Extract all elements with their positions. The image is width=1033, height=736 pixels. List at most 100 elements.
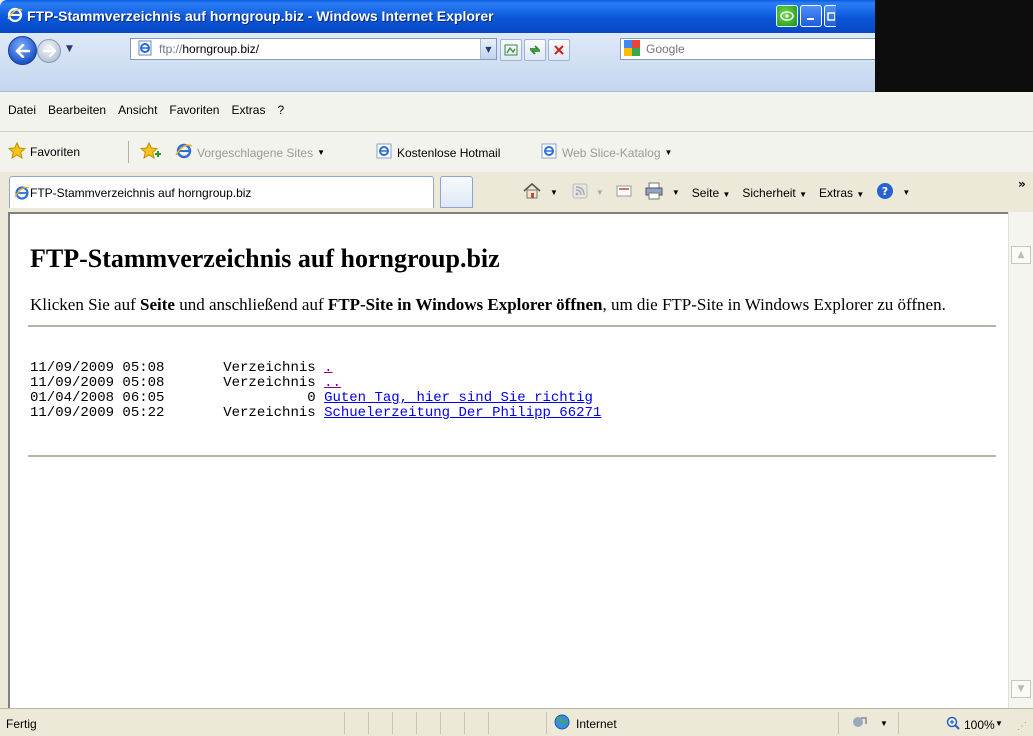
- nvidia-tray-icon[interactable]: [776, 5, 798, 27]
- ie-logo-icon: [7, 7, 23, 26]
- favorites-star-icon: [7, 141, 27, 162]
- scroll-up-icon[interactable]: ▲: [1011, 246, 1031, 264]
- globe-icon: [554, 714, 570, 733]
- status-divider: [416, 712, 417, 734]
- refresh-icon[interactable]: [524, 39, 546, 61]
- zoom-control[interactable]: 100%: [946, 716, 995, 733]
- print-icon[interactable]: [644, 182, 664, 203]
- navigation-bar: ▼ ftp://horngroup.biz/ ▼: [0, 33, 875, 92]
- favorites-separator: [128, 141, 129, 163]
- list-item: 01/04/2008 06:05 0 Guten Tag, hier sind …: [30, 390, 593, 406]
- chevron-down-icon[interactable]: ▼: [995, 719, 1003, 728]
- web-slice-link[interactable]: Web Slice-Katalog ▼: [540, 142, 672, 163]
- web-slice-label: Web Slice-Katalog: [562, 145, 661, 160]
- add-favorites-button[interactable]: [139, 141, 162, 163]
- status-divider: [488, 712, 489, 734]
- chevron-down-icon[interactable]: ▼: [550, 188, 558, 197]
- zoom-level: 100%: [964, 717, 995, 732]
- suggested-sites-label: Vorgeschlagene Sites: [197, 145, 314, 160]
- page-menu[interactable]: Seite ▼: [692, 186, 731, 200]
- resize-grip-icon[interactable]: ⋰: [1017, 721, 1027, 732]
- menu-ansicht[interactable]: Ansicht: [118, 103, 157, 117]
- ie-page-icon: [540, 142, 558, 163]
- help-icon[interactable]: ?: [876, 182, 894, 203]
- list-item: 11/09/2009 05:08 Verzeichnis ..: [30, 375, 341, 391]
- protected-mode-icon[interactable]: [852, 715, 868, 732]
- ftp-listing-page: FTP-Stammverzeichnis auf horngroup.biz K…: [28, 244, 1000, 457]
- menu-bearbeiten[interactable]: Bearbeiten: [48, 103, 106, 117]
- address-dropdown-icon[interactable]: ▼: [480, 39, 496, 59]
- vertical-scrollbar[interactable]: ▲ ▼: [1008, 212, 1033, 708]
- status-divider: [440, 712, 441, 734]
- menu-extras[interactable]: Extras: [231, 103, 265, 117]
- status-divider: [344, 712, 345, 734]
- chevron-down-icon[interactable]: ▼: [880, 719, 888, 728]
- history-dropdown-icon[interactable]: ▼: [66, 44, 73, 54]
- entry-link-file[interactable]: Guten Tag, hier sind Sie richtig: [324, 390, 593, 406]
- chevron-down-icon: ▼: [317, 148, 326, 157]
- ftp-listing: 11/09/2009 05:08 Verzeichnis . 11/09/2009…: [30, 361, 1000, 421]
- menu-bar: Datei Bearbeiten Ansicht Favoriten Extra…: [0, 92, 1033, 132]
- hotmail-label: Kostenlose Hotmail: [397, 145, 501, 160]
- tab-label: FTP-Stammverzeichnis auf horngroup.biz: [30, 185, 252, 200]
- status-divider: [838, 712, 839, 734]
- zoom-icon: [946, 716, 960, 733]
- chevron-down-icon[interactable]: ▼: [672, 188, 680, 197]
- title-bar: FTP-Stammverzeichnis auf horngroup.biz -…: [0, 0, 875, 33]
- scroll-down-icon[interactable]: ▼: [1011, 680, 1031, 698]
- list-item: 11/09/2009 05:22 Verzeichnis Schuelerzei…: [30, 405, 602, 421]
- stop-icon[interactable]: [548, 39, 570, 61]
- divider: [28, 325, 996, 327]
- compatibility-view-icon[interactable]: [500, 39, 522, 61]
- search-field[interactable]: [620, 38, 875, 60]
- toolbar-overflow-icon[interactable]: »: [1018, 177, 1026, 191]
- chevron-down-icon[interactable]: ▼: [902, 188, 910, 197]
- feeds-icon[interactable]: [572, 183, 588, 202]
- status-divider: [898, 712, 899, 734]
- page-heading: FTP-Stammverzeichnis auf horngroup.biz: [30, 244, 500, 273]
- entry-link-current[interactable]: .: [324, 360, 332, 376]
- address-field[interactable]: ftp://horngroup.biz/ ▼: [130, 38, 497, 60]
- security-menu[interactable]: Sicherheit ▼: [742, 186, 807, 200]
- entry-link-folder[interactable]: Schuelerzeitung_Der_Philipp_66271: [324, 405, 601, 421]
- hotmail-link[interactable]: Kostenlose Hotmail: [375, 142, 500, 163]
- menu-favoriten[interactable]: Favoriten: [169, 103, 219, 117]
- home-icon[interactable]: [522, 182, 542, 203]
- window-title: FTP-Stammverzeichnis auf horngroup.biz -…: [27, 8, 494, 24]
- minimize-button[interactable]: [800, 5, 822, 27]
- back-button[interactable]: [8, 36, 37, 65]
- maximize-button[interactable]: [824, 5, 836, 27]
- security-zone[interactable]: Internet: [554, 714, 617, 733]
- page-icon: [137, 40, 153, 59]
- new-tab-button[interactable]: [440, 176, 473, 208]
- favorites-bar: Favoriten Vorgeschlagene Sites ▼ Kostenl…: [0, 132, 1033, 172]
- tools-menu[interactable]: Extras ▼: [819, 186, 864, 200]
- command-bar: ▼ ▼ ▼ Seite ▼ Sicherheit ▼ Extras ▼ ? ▼: [522, 182, 910, 203]
- tab-ftp-root[interactable]: FTP-Stammverzeichnis auf horngroup.biz: [9, 176, 434, 208]
- address-url[interactable]: ftp://horngroup.biz/: [159, 42, 259, 56]
- mail-icon[interactable]: [616, 184, 632, 201]
- menu-datei[interactable]: Datei: [8, 103, 36, 117]
- zone-label: Internet: [576, 716, 617, 731]
- black-overlay: [875, 0, 1033, 92]
- suggested-sites-link[interactable]: Vorgeschlagene Sites ▼: [175, 142, 325, 163]
- status-divider: [546, 712, 547, 734]
- status-divider: [464, 712, 465, 734]
- ie-page-icon: [375, 142, 393, 163]
- favorites-button[interactable]: Favoriten: [7, 141, 81, 162]
- ie-page-icon: [175, 142, 193, 163]
- chevron-down-icon: ▼: [664, 148, 673, 157]
- google-icon: [624, 39, 640, 59]
- content-area: FTP-Stammverzeichnis auf horngroup.biz K…: [8, 212, 1008, 708]
- status-divider: [368, 712, 369, 734]
- favorites-label: Favoriten: [30, 145, 81, 159]
- forward-button[interactable]: [37, 39, 61, 63]
- menu-help[interactable]: ?: [277, 103, 284, 117]
- status-text: Fertig: [6, 717, 37, 731]
- list-item: 11/09/2009 05:08 Verzeichnis .: [30, 360, 333, 376]
- search-input[interactable]: [646, 42, 826, 56]
- chevron-down-icon: ▼: [595, 188, 604, 197]
- entry-link-parent[interactable]: ..: [324, 375, 341, 391]
- add-to-favorites-icon: [139, 141, 162, 163]
- status-divider: [392, 712, 393, 734]
